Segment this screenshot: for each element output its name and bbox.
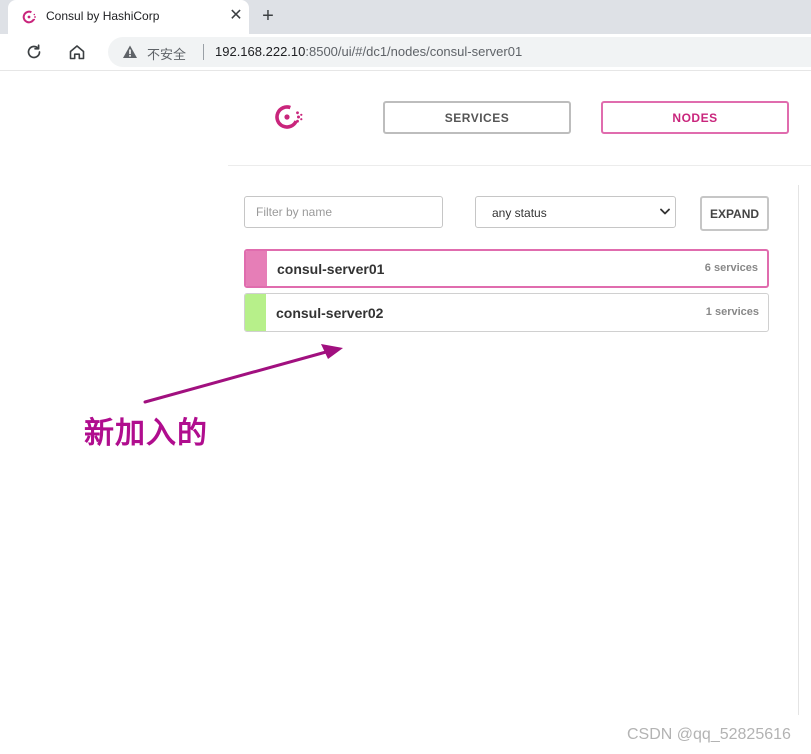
node-status-bar [245, 294, 266, 331]
expand-button[interactable]: EXPAND [700, 196, 769, 231]
node-status-bar [246, 251, 267, 286]
browser-tab[interactable]: Consul by HashiCorp ✕ [8, 0, 249, 34]
annotation-text: 新加入的 [84, 416, 208, 451]
warning-triangle-icon[interactable] [122, 44, 138, 60]
home-icon[interactable] [63, 38, 91, 66]
close-icon[interactable]: ✕ [226, 6, 246, 26]
node-name: consul-server02 [276, 305, 384, 321]
nodes-tab[interactable]: NODES [601, 101, 789, 134]
address-divider [203, 44, 204, 60]
status-select[interactable]: any status [475, 196, 676, 228]
address-bar[interactable]: 不安全 192.168.222.10:8500/ui/#/dc1/nodes/c… [108, 37, 811, 67]
chevron-down-icon [660, 208, 670, 215]
node-service-count: 1 services [705, 306, 759, 318]
services-tab[interactable]: SERVICES [383, 101, 571, 134]
url-text[interactable]: 192.168.222.10:8500/ui/#/dc1/nodes/consu… [215, 44, 522, 59]
filter-by-name-input[interactable] [244, 196, 443, 228]
header-divider [228, 165, 811, 166]
not-secure-label[interactable]: 不安全 [147, 44, 186, 63]
url-path: :8500/ui/#/dc1/nodes/consul-server01 [305, 44, 523, 59]
plus-icon[interactable]: + [256, 4, 280, 28]
tab-title: Consul by HashiCorp [46, 9, 160, 23]
watermark: CSDN @qq_52825616 [627, 726, 791, 743]
node-row-consul-server02[interactable]: consul-server02 1 services [244, 293, 769, 332]
annotation-arrow-icon [143, 344, 343, 404]
node-name: consul-server01 [277, 261, 385, 277]
status-select-value: any status [492, 206, 547, 220]
panel-divider [798, 185, 799, 715]
consul-favicon-icon [22, 10, 36, 24]
tab-strip: Consul by HashiCorp ✕ + [0, 0, 811, 34]
url-host: 192.168.222.10 [215, 44, 306, 59]
consul-logo-icon[interactable] [274, 102, 304, 132]
node-service-count: 6 services [704, 262, 758, 274]
reload-icon[interactable] [20, 38, 48, 66]
browser-toolbar: 不安全 192.168.222.10:8500/ui/#/dc1/nodes/c… [0, 34, 811, 71]
node-row-consul-server01[interactable]: consul-server01 6 services [244, 249, 769, 288]
